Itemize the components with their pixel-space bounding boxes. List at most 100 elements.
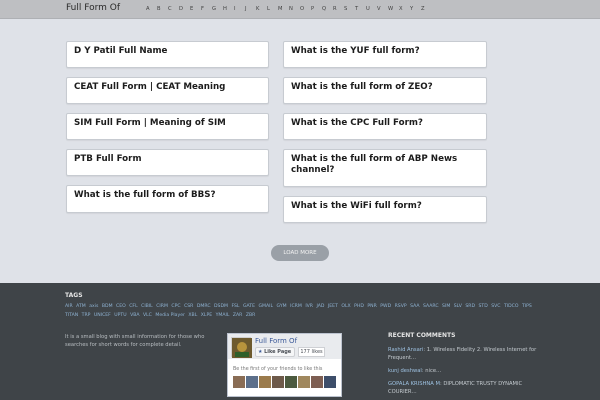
post-card[interactable]: SIM Full Form | Meaning of SIM <box>66 113 269 140</box>
alphabet-letter-o[interactable]: O <box>300 6 311 15</box>
alphabet-letter-x[interactable]: X <box>399 6 410 15</box>
tag-link[interactable]: SAARC <box>423 304 439 309</box>
tag-link[interactable]: DMRC <box>197 304 211 309</box>
tag-link[interactable]: IVR <box>305 304 313 309</box>
tag-link[interactable]: JEET <box>328 304 338 309</box>
tag-link[interactable]: ICRM <box>290 304 302 309</box>
friend-avatar[interactable] <box>259 376 271 388</box>
tag-link[interactable]: ATM <box>76 304 86 309</box>
comment-author[interactable]: Rashid Ansari <box>388 347 423 353</box>
post-title[interactable]: What is the CPC Full Form? <box>291 118 479 129</box>
friend-avatar[interactable] <box>272 376 284 388</box>
alphabet-letter-s[interactable]: S <box>344 6 355 15</box>
alphabet-letter-a[interactable]: A <box>146 6 157 15</box>
tag-link[interactable]: BDM <box>102 304 113 309</box>
alphabet-letter-l[interactable]: L <box>267 6 278 15</box>
post-card[interactable]: What is the CPC Full Form? <box>283 113 487 140</box>
alphabet-letter-b[interactable]: B <box>157 6 168 15</box>
alphabet-letter-h[interactable]: H <box>223 6 234 15</box>
facebook-like-button[interactable]: ★ Like Page <box>255 347 295 357</box>
tag-link[interactable]: PNR <box>367 304 376 309</box>
alphabet-letter-m[interactable]: M <box>278 6 289 15</box>
tag-link[interactable]: CEO <box>116 304 126 309</box>
alphabet-letter-r[interactable]: R <box>333 6 344 15</box>
post-card[interactable]: What is the full form of ZEO? <box>283 77 487 104</box>
comment-author[interactable]: GOPALA KRISHNA M <box>388 381 440 387</box>
tag-link[interactable]: SAA <box>410 304 419 309</box>
tag-link[interactable]: DSDM <box>214 304 228 309</box>
friend-avatar[interactable] <box>246 376 258 388</box>
tag-link[interactable]: OLX <box>341 304 350 309</box>
friend-avatar[interactable] <box>324 376 336 388</box>
tag-link[interactable]: CFL <box>129 304 137 309</box>
friend-avatar[interactable] <box>298 376 310 388</box>
alphabet-letter-n[interactable]: N <box>289 6 300 15</box>
alphabet-letter-u[interactable]: U <box>366 6 377 15</box>
tag-link[interactable]: SRD <box>465 304 475 309</box>
post-title[interactable]: D Y Patil Full Name <box>74 46 261 57</box>
tag-link[interactable]: AIR <box>65 304 73 309</box>
alphabet-letter-w[interactable]: W <box>388 6 399 15</box>
comment-author[interactable]: kunj deshwal <box>388 368 422 374</box>
post-title[interactable]: What is the full form of ABP News channe… <box>291 154 479 176</box>
alphabet-letter-j[interactable]: J <box>245 6 256 15</box>
tag-link[interactable]: RSVP <box>395 304 407 309</box>
alphabet-letter-z[interactable]: Z <box>421 6 432 15</box>
alphabet-letter-t[interactable]: T <box>355 6 366 15</box>
alphabet-letter-c[interactable]: C <box>168 6 179 15</box>
friend-avatar[interactable] <box>233 376 245 388</box>
post-title[interactable]: What is the full form of BBS? <box>74 190 261 201</box>
tag-link[interactable]: ZAR <box>233 313 242 318</box>
tag-link[interactable]: PHD <box>354 304 364 309</box>
tag-link[interactable]: XBL <box>188 313 197 318</box>
alphabet-letter-i[interactable]: I <box>234 6 245 15</box>
alphabet-letter-p[interactable]: P <box>311 6 322 15</box>
tag-link[interactable]: UPTU <box>114 313 126 318</box>
alphabet-letter-q[interactable]: Q <box>322 6 333 15</box>
tag-link[interactable]: Media Player <box>155 313 185 318</box>
tag-link[interactable]: TIDCO <box>504 304 519 309</box>
friend-avatar[interactable] <box>311 376 323 388</box>
post-card[interactable]: CEAT Full Form | CEAT Meaning <box>66 77 269 104</box>
tag-link[interactable]: CSR <box>184 304 193 309</box>
tag-link[interactable]: GYM <box>277 304 287 309</box>
tag-link[interactable]: SLV <box>454 304 462 309</box>
alphabet-letter-v[interactable]: V <box>377 6 388 15</box>
alphabet-letter-f[interactable]: F <box>201 6 212 15</box>
tag-link[interactable]: VLC <box>143 313 152 318</box>
tag-link[interactable]: TITAN <box>65 313 78 318</box>
post-title[interactable]: SIM Full Form | Meaning of SIM <box>74 118 261 129</box>
post-card[interactable]: D Y Patil Full Name <box>66 41 269 68</box>
tag-link[interactable]: XLPE <box>201 313 212 318</box>
post-card[interactable]: What is the YUF full form? <box>283 41 487 68</box>
facebook-page-name[interactable]: Full Form Of <box>255 337 297 345</box>
tag-link[interactable]: JAD <box>316 304 324 309</box>
alphabet-letter-d[interactable]: D <box>179 6 190 15</box>
alphabet-letter-g[interactable]: G <box>212 6 223 15</box>
post-card[interactable]: What is the full form of BBS? <box>66 185 269 213</box>
tag-link[interactable]: CIBIL <box>141 304 153 309</box>
tag-link[interactable]: UNICEF <box>94 313 111 318</box>
tag-link[interactable]: PWD <box>380 304 391 309</box>
site-title[interactable]: Full Form Of <box>66 3 120 13</box>
alphabet-letter-k[interactable]: K <box>256 6 267 15</box>
tag-link[interactable]: YMAIL <box>216 313 230 318</box>
comment-text[interactable]: nice… <box>425 368 441 374</box>
tag-link[interactable]: axis <box>89 304 98 309</box>
friend-avatar[interactable] <box>285 376 297 388</box>
post-card[interactable]: PTB Full Form <box>66 149 269 176</box>
post-card[interactable]: What is the WiFi full form? <box>283 196 487 223</box>
facebook-page-avatar[interactable] <box>231 337 252 358</box>
tag-link[interactable]: STD <box>478 304 487 309</box>
post-title[interactable]: What is the full form of ZEO? <box>291 82 479 93</box>
post-title[interactable]: PTB Full Form <box>74 154 261 165</box>
tag-link[interactable]: TRP <box>82 313 91 318</box>
post-title[interactable]: CEAT Full Form | CEAT Meaning <box>74 82 261 93</box>
tag-link[interactable]: ZBR <box>246 313 256 318</box>
tag-link[interactable]: CPC <box>171 304 180 309</box>
tag-link[interactable]: VBA <box>130 313 139 318</box>
post-title[interactable]: What is the YUF full form? <box>291 46 479 57</box>
alphabet-letter-y[interactable]: Y <box>410 6 421 15</box>
tag-link[interactable]: CIRM <box>156 304 168 309</box>
post-title[interactable]: What is the WiFi full form? <box>291 201 479 212</box>
